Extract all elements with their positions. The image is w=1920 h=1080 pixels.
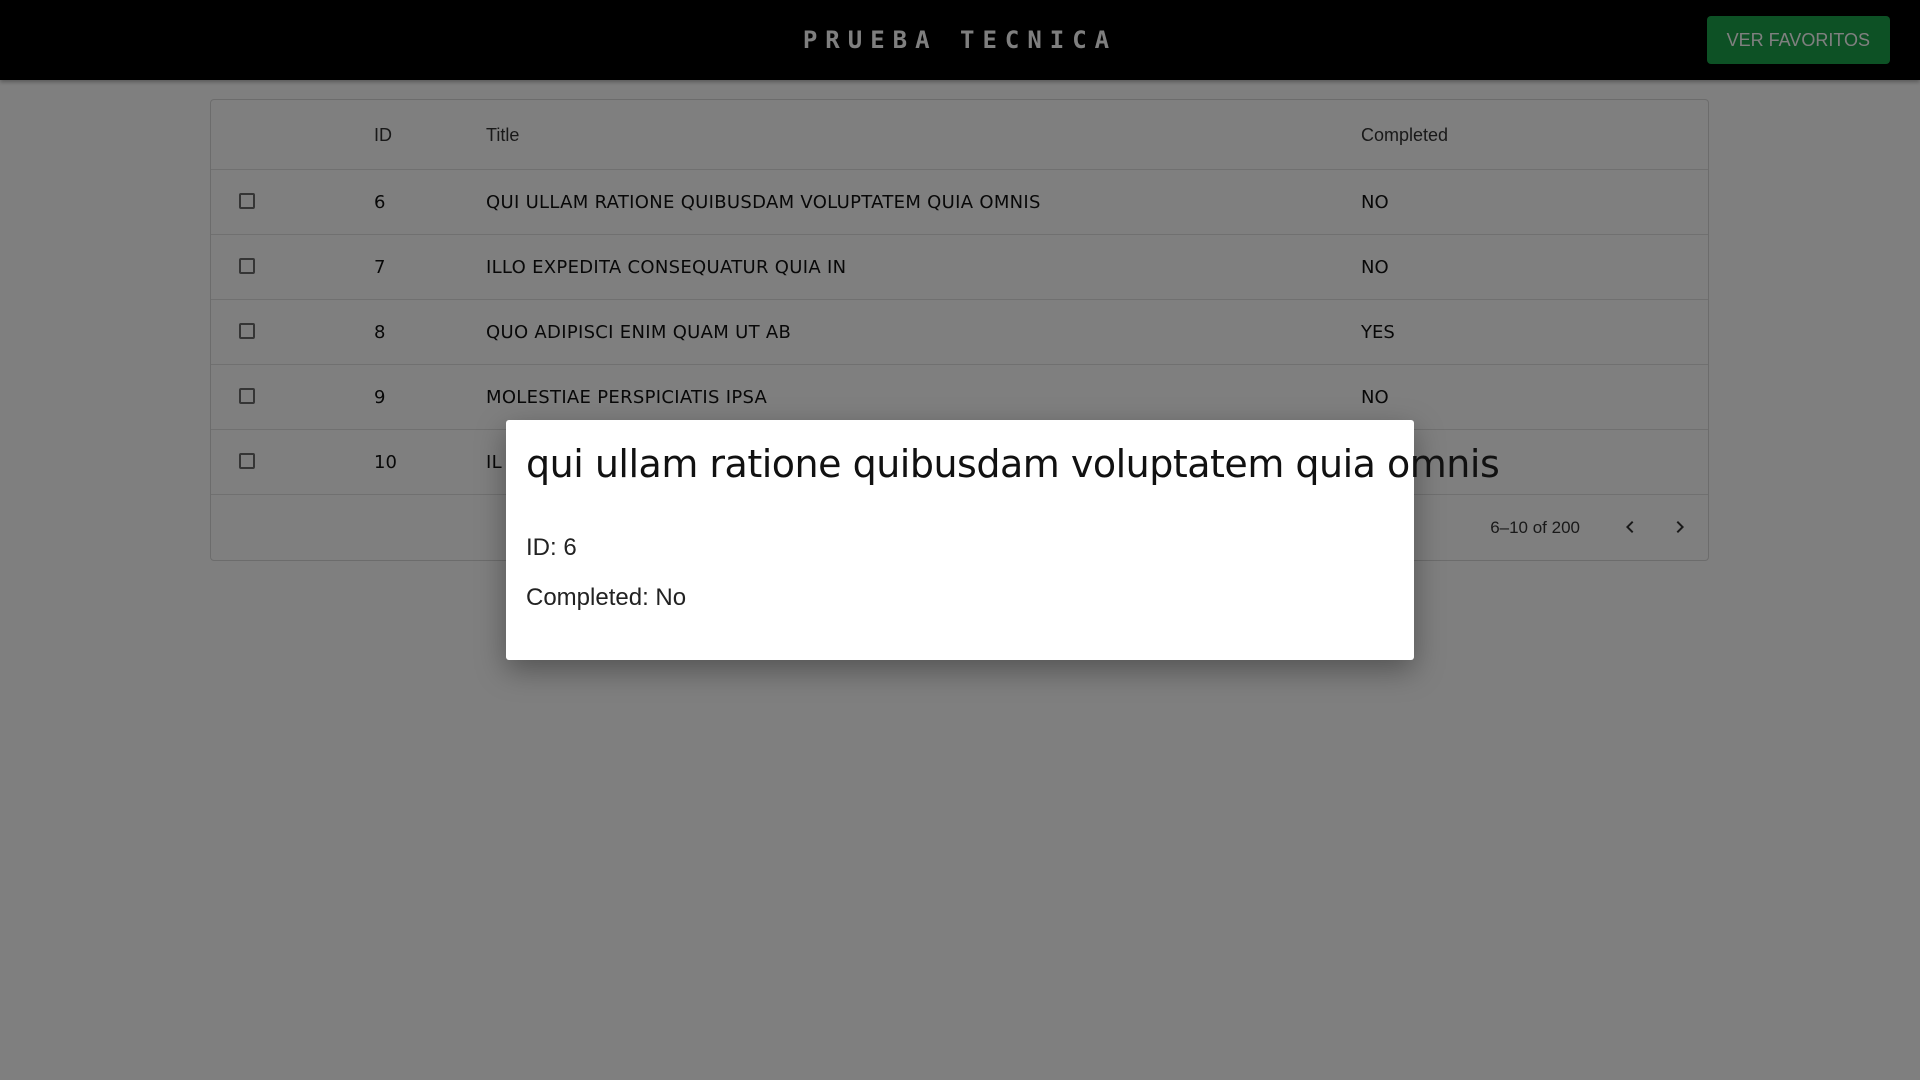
- modal-id-text: ID: 6: [526, 534, 577, 561]
- todo-detail-modal: qui ullam ratione quibusdam voluptatem q…: [506, 420, 1500, 660]
- modal-completed-text: Completed: No: [526, 584, 687, 611]
- app-root: PRUEBA TECNICA VER FAVORITOS ID Title Co…: [0, 0, 1920, 1080]
- modal-title: qui ullam ratione quibusdam voluptatem q…: [526, 442, 1500, 486]
